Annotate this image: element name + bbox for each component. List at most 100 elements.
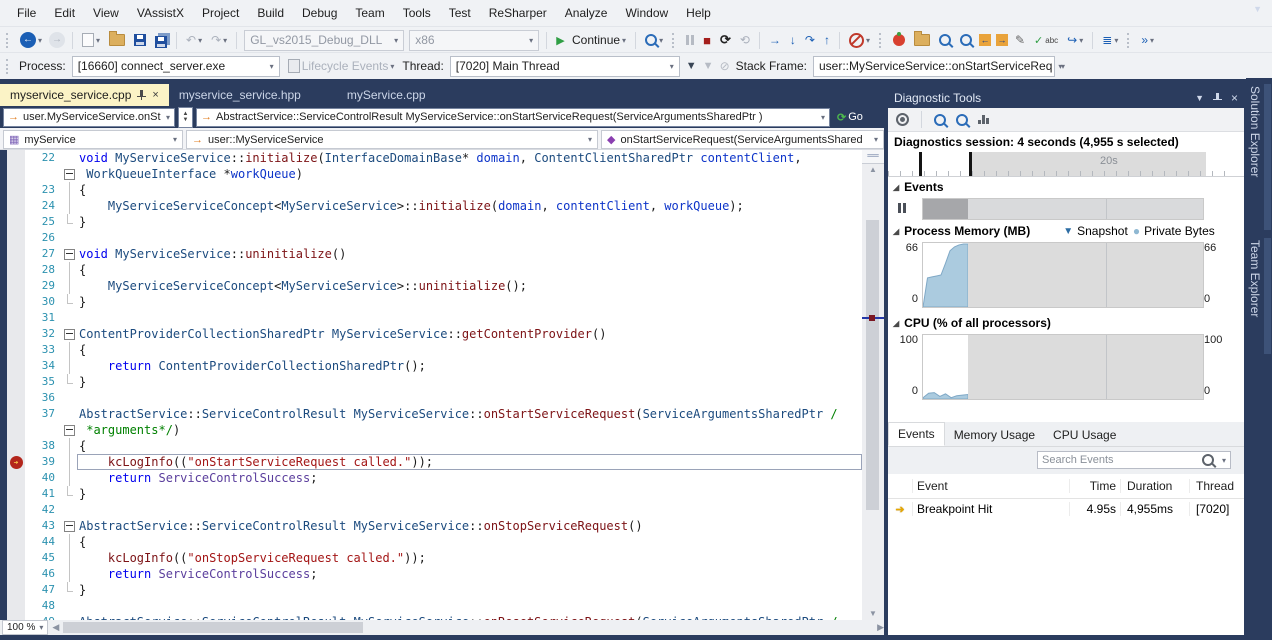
- breakpoint-gutter[interactable]: [7, 390, 25, 406]
- breakpoint-gutter[interactable]: [7, 198, 25, 214]
- code-line-45[interactable]: 45 kcLogInfo(("onStopServiceRequest call…: [7, 550, 862, 566]
- event-row[interactable]: ➔Breakpoint Hit4.95s4,955ms[7020]: [888, 498, 1244, 520]
- undo-button[interactable]: ↶▾: [184, 31, 204, 49]
- fold-toggle-icon[interactable]: [62, 326, 77, 342]
- menu-edit[interactable]: Edit: [45, 1, 84, 25]
- toolbar-overflow[interactable]: ▾: [1061, 62, 1065, 71]
- code-text[interactable]: MyServiceServiceConcept<MyServiceService…: [77, 278, 862, 294]
- stack-frame-combo[interactable]: user::MyServiceService::onStartServiceRe…: [813, 56, 1055, 77]
- redo-button[interactable]: ↷▾: [209, 31, 229, 49]
- continue-button[interactable]: ▶ Continue▾: [554, 31, 628, 49]
- code-line-38[interactable]: 38{: [7, 438, 862, 454]
- code-line-27[interactable]: 27void MyServiceService::uninitialize(): [7, 246, 862, 262]
- breakpoint-gutter[interactable]: [7, 422, 25, 438]
- va-go-button[interactable]: ⟳ Go: [833, 108, 867, 127]
- menu-vassistx[interactable]: VAssistX: [128, 1, 193, 25]
- toggle-breakpoints-button[interactable]: ▾: [847, 31, 872, 50]
- code-line-25[interactable]: 25}: [7, 214, 862, 230]
- breakpoint-gutter[interactable]: [7, 294, 25, 310]
- pause-events-icon[interactable]: [898, 203, 901, 213]
- step-into-button[interactable]: ↓: [788, 31, 798, 49]
- breakpoint-gutter[interactable]: [7, 518, 25, 534]
- pin-icon[interactable]: [137, 90, 146, 100]
- breakpoint-gutter[interactable]: [7, 598, 25, 614]
- menu-project[interactable]: Project: [193, 1, 248, 25]
- column-event[interactable]: Event: [912, 479, 1069, 493]
- code-line-44[interactable]: 44{: [7, 534, 862, 550]
- code-line-23[interactable]: 23{: [7, 182, 862, 198]
- code-text[interactable]: return ServiceControlSuccess;: [77, 470, 862, 486]
- navigate-forward-button[interactable]: →: [49, 32, 65, 48]
- find-in-files-button[interactable]: [937, 32, 953, 48]
- editor-zoom-control[interactable]: 100 %▾: [2, 620, 48, 635]
- stop-debugging-button[interactable]: ■: [701, 31, 713, 50]
- search-events-input[interactable]: [1038, 454, 1202, 466]
- code-text[interactable]: {: [77, 262, 862, 278]
- menu-tools[interactable]: Tools: [394, 1, 440, 25]
- code-line-30[interactable]: 30}: [7, 294, 862, 310]
- events-track[interactable]: [922, 198, 1204, 220]
- code-text[interactable]: }: [77, 582, 862, 598]
- code-text[interactable]: {: [77, 342, 862, 358]
- code-line-35[interactable]: 35}: [7, 374, 862, 390]
- code-text[interactable]: void MyServiceService::initialize(Interf…: [77, 150, 862, 166]
- menu-help[interactable]: Help: [677, 1, 720, 25]
- menu-debug[interactable]: Debug: [293, 1, 346, 25]
- code-line-37[interactable]: 37AbstractService::ServiceControlResult …: [7, 406, 862, 422]
- breakpoint-gutter[interactable]: [7, 214, 25, 230]
- breakpoint-gutter[interactable]: [7, 534, 25, 550]
- save-all-button[interactable]: [153, 31, 169, 50]
- menu-build[interactable]: Build: [248, 1, 293, 25]
- comment-button[interactable]: »▾: [1139, 31, 1156, 49]
- fold-toggle-icon[interactable]: [62, 166, 77, 182]
- fold-toggle-icon[interactable]: [62, 422, 77, 438]
- show-next-statement-button[interactable]: →: [767, 31, 783, 49]
- tab-cpu-usage[interactable]: CPU Usage: [1044, 424, 1125, 446]
- tab-list-dropdown[interactable]: ▼: [1253, 4, 1262, 14]
- code-line-26[interactable]: 26: [7, 230, 862, 246]
- suspend-threads-icon[interactable]: ⊘: [720, 59, 730, 73]
- diagnostic-tools-selector-button[interactable]: ▾: [643, 32, 665, 48]
- column-duration[interactable]: Duration: [1120, 479, 1189, 493]
- collapse-triangle-icon[interactable]: ◢: [893, 319, 899, 328]
- column-time[interactable]: Time: [1069, 479, 1120, 493]
- scroll-right-arrow[interactable]: ▶: [877, 622, 884, 633]
- code-text[interactable]: return ServiceControlSuccess;: [77, 566, 862, 582]
- sidebar-tab-team-explorer[interactable]: Team Explorer: [1248, 240, 1262, 317]
- code-text[interactable]: {: [77, 182, 862, 198]
- code-text[interactable]: void MyServiceService::uninitialize(): [77, 246, 862, 262]
- code-line-29[interactable]: 29 MyServiceServiceConcept<MyServiceServ…: [7, 278, 862, 294]
- scrollbar-thumb[interactable]: [866, 220, 879, 510]
- code-line-24[interactable]: 24 MyServiceServiceConcept<MyServiceServ…: [7, 198, 862, 214]
- breakpoint-gutter[interactable]: [7, 486, 25, 502]
- scroll-left-arrow[interactable]: ◀: [52, 622, 59, 633]
- code-line-33[interactable]: 33{: [7, 342, 862, 358]
- code-line-31[interactable]: 31: [7, 310, 862, 326]
- code-line-48[interactable]: 48: [7, 598, 862, 614]
- reset-view-chart-icon[interactable]: [978, 115, 989, 124]
- toolbar-grip[interactable]: [6, 33, 11, 48]
- restart-button[interactable]: ⟳: [718, 30, 733, 50]
- pin-icon[interactable]: [1213, 93, 1222, 103]
- breakpoint-gutter[interactable]: [7, 358, 25, 374]
- zoom-in-icon[interactable]: [934, 114, 946, 126]
- tab-myservice-service-hpp[interactable]: myservice_service.hpp: [169, 84, 311, 106]
- window-position-dropdown-icon[interactable]: ▼: [1195, 93, 1204, 103]
- scrollbar-thumb[interactable]: [63, 622, 363, 633]
- code-line-41[interactable]: 41}: [7, 486, 862, 502]
- code-line-42[interactable]: 42: [7, 502, 862, 518]
- navigate-forward-va-button[interactable]: →: [996, 34, 1008, 46]
- settings-gear-icon[interactable]: [896, 113, 909, 126]
- find-symbol-button[interactable]: [958, 32, 974, 48]
- editor-horizontal-scrollbar[interactable]: [63, 622, 873, 633]
- tab-memory-usage[interactable]: Memory Usage: [945, 424, 1044, 446]
- editor-vertical-scrollbar[interactable]: ══ ▲ ▼: [862, 150, 884, 620]
- code-line-32[interactable]: 32ContentProviderCollectionSharedPtr MyS…: [7, 326, 862, 342]
- navigate-back-button[interactable]: ←▾: [18, 30, 44, 50]
- breakpoint-gutter[interactable]: [7, 246, 25, 262]
- spell-check-button[interactable]: ✓abc: [1032, 32, 1060, 49]
- toolbar-grip[interactable]: [6, 59, 11, 74]
- type-dropdown[interactable]: → user::MyServiceService▾: [186, 130, 598, 149]
- menu-resharper[interactable]: ReSharper: [480, 1, 556, 25]
- menu-test[interactable]: Test: [440, 1, 480, 25]
